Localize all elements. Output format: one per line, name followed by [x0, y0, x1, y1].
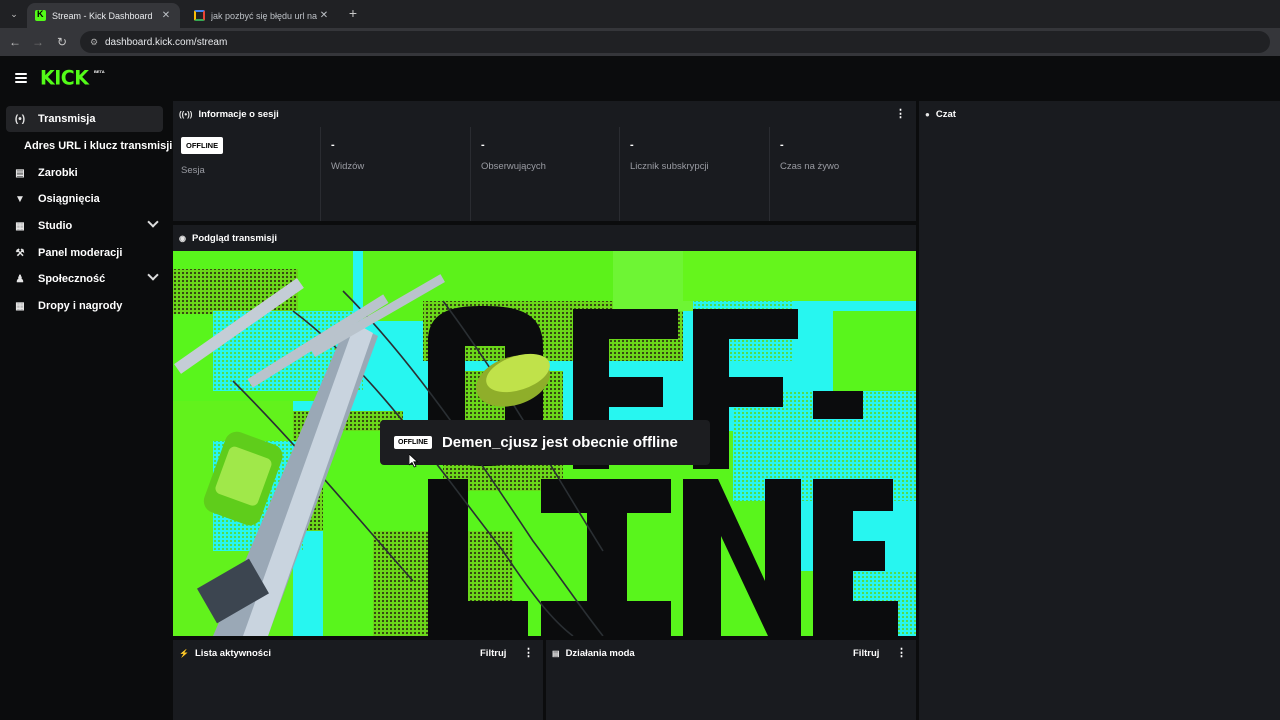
sidebar-item-osiagniecia[interactable]: ▼ Osiągnięcia [6, 186, 163, 212]
panel-title-text: Działania moda [565, 648, 635, 659]
sidebar-item-label: Dropy i nagrody [38, 300, 123, 312]
chevron-down-icon[interactable] [147, 269, 159, 281]
browser-tabstrip: ⌄ Stream - Kick Dashboard ✕ jak pozbyć s… [0, 0, 1280, 28]
stat-value: - [780, 139, 784, 151]
gift-icon: ▦ [15, 300, 25, 312]
beta-label: BETA [94, 69, 105, 74]
chart-icon: ▤ [15, 167, 25, 179]
kick-logo[interactable]: KICK [40, 66, 89, 89]
mod-actions-title: ▤ Działania moda [552, 648, 635, 659]
followers-stat: - Obserwujących [470, 127, 619, 221]
sidebar-item-label: Zarobki [38, 167, 78, 179]
session-stats: OFFLINE Sesja - Widzów - Obserwujących -… [173, 127, 916, 221]
live-time-stat: - Czas na żywo [769, 127, 916, 221]
wrench-icon: ⚒ [15, 247, 25, 259]
tab-search-chevron-icon[interactable]: ⌄ [6, 6, 22, 22]
back-arrow-icon[interactable]: ← [7, 34, 23, 50]
offline-message-card: OFFLINE Demen_cjusz jest obecnie offline [380, 420, 710, 465]
filter-button[interactable]: Filtruj [480, 648, 506, 659]
broadcast-icon: ((•)) [179, 110, 193, 119]
subscriptions-stat: - Licznik subskrypcji [619, 127, 769, 221]
sidebar-item-dropy-i-nagrody[interactable]: ▦ Dropy i nagrody [6, 293, 163, 319]
mod-actions-panel: ▤ Działania moda Filtruj ⋮ [546, 640, 916, 720]
stat-value: - [630, 139, 634, 151]
chat-title: ● Czat [925, 109, 956, 120]
activity-list-title: ⚡ Lista aktywności [179, 648, 271, 659]
sidebar-item-spolecznosc[interactable]: ♟ Społeczność [6, 266, 163, 292]
lightning-icon: ⚡ [179, 649, 189, 658]
film-icon: ▦ [15, 220, 25, 232]
clipboard-icon: ▤ [552, 649, 560, 658]
session-stat: OFFLINE Sesja [173, 127, 320, 221]
stream-preview-header: ◉ Podgląd transmisji [173, 225, 916, 251]
kick-favicon-icon [35, 9, 46, 21]
panel-title-text: Podgląd transmisji [191, 233, 277, 244]
new-tab-plus-icon[interactable]: + [345, 5, 361, 21]
status-badge: OFFLINE [181, 137, 224, 154]
reload-icon[interactable]: ↻ [54, 34, 70, 50]
address-url[interactable]: dashboard.kick.com/stream [105, 37, 227, 48]
sidebar-item-zarobki[interactable]: ▤ Zarobki [6, 160, 163, 186]
panel-title-text: Informacje o sesji [198, 109, 279, 120]
chat-panel: ● Czat [919, 101, 1280, 720]
browser-toolbar: ← → ↻ ⚙ dashboard.kick.com/stream [0, 28, 1280, 56]
tab-title: jak pozbyć się błędu url na obs [211, 10, 318, 21]
google-favicon-icon [194, 10, 205, 21]
app-header: KICK BETA [0, 56, 1280, 100]
stat-label: Sesja [181, 165, 205, 176]
close-tab-icon[interactable]: ✕ [318, 10, 330, 21]
sidebar-item-label: Panel moderacji [38, 247, 123, 259]
more-options-icon[interactable]: ⋮ [896, 646, 907, 660]
sidebar-item-label: Studio [38, 220, 73, 232]
filter-button[interactable]: Filtruj [853, 648, 879, 659]
camera-icon: ◉ [179, 234, 186, 243]
chat-bubble-icon: ● [925, 110, 930, 119]
chevron-down-icon[interactable] [147, 216, 159, 228]
close-tab-icon[interactable]: ✕ [160, 10, 172, 21]
sidebar-item-label: Społeczność [38, 273, 106, 285]
browser-tab-kick-dashboard[interactable]: Stream - Kick Dashboard ✕ [27, 3, 180, 28]
forward-arrow-icon[interactable]: → [30, 34, 46, 50]
stat-label: Czas na żywo [780, 161, 840, 172]
address-bar[interactable]: ⚙ dashboard.kick.com/stream [80, 31, 1270, 53]
sidebar-item-label: Transmisja [38, 113, 96, 125]
site-info-icon[interactable]: ⚙ [84, 37, 104, 48]
more-options-icon[interactable]: ⋮ [523, 646, 534, 660]
panel-title-text: Czat [935, 109, 956, 120]
browser-tab-google-search[interactable]: jak pozbyć się błędu url na obs ✕ [186, 3, 338, 28]
offline-badge: OFFLINE [394, 436, 432, 449]
more-options-icon[interactable]: ⋮ [895, 107, 906, 121]
panel-title-text: Lista aktywności [194, 648, 271, 659]
sidebar-item-transmisja[interactable]: (•) Transmisja [6, 106, 163, 132]
session-info-title: ((•)) Informacje o sesji [179, 109, 279, 120]
stat-label: Obserwujących [481, 161, 546, 172]
sidebar-item-panel-moderacji[interactable]: ⚒ Panel moderacji [6, 240, 163, 266]
broadcast-icon: (•) [14, 113, 26, 125]
tab-title: Stream - Kick Dashboard [52, 10, 153, 21]
hamburger-menu-icon[interactable] [15, 73, 27, 83]
sidebar-item-label: Osiągnięcia [38, 193, 100, 205]
stat-label: Widzów [331, 161, 365, 172]
stream-preview-title: ◉ Podgląd transmisji [179, 233, 277, 244]
mouse-cursor-icon [409, 454, 419, 468]
stat-value: - [331, 139, 335, 151]
trophy-icon: ▼ [15, 193, 25, 205]
activity-list-panel: ⚡ Lista aktywności Filtruj ⋮ [173, 640, 543, 720]
viewers-stat: - Widzów [320, 127, 470, 221]
stat-label: Licznik subskrypcji [630, 161, 709, 172]
people-icon: ♟ [15, 273, 25, 285]
offline-message: Demen_cjusz jest obecnie offline [441, 434, 678, 451]
stat-value: - [481, 139, 485, 151]
sidebar-subitem-stream-url-key[interactable]: Adres URL i klucz transmisji [24, 140, 172, 152]
sidebar-item-studio[interactable]: ▦ Studio [6, 213, 163, 239]
